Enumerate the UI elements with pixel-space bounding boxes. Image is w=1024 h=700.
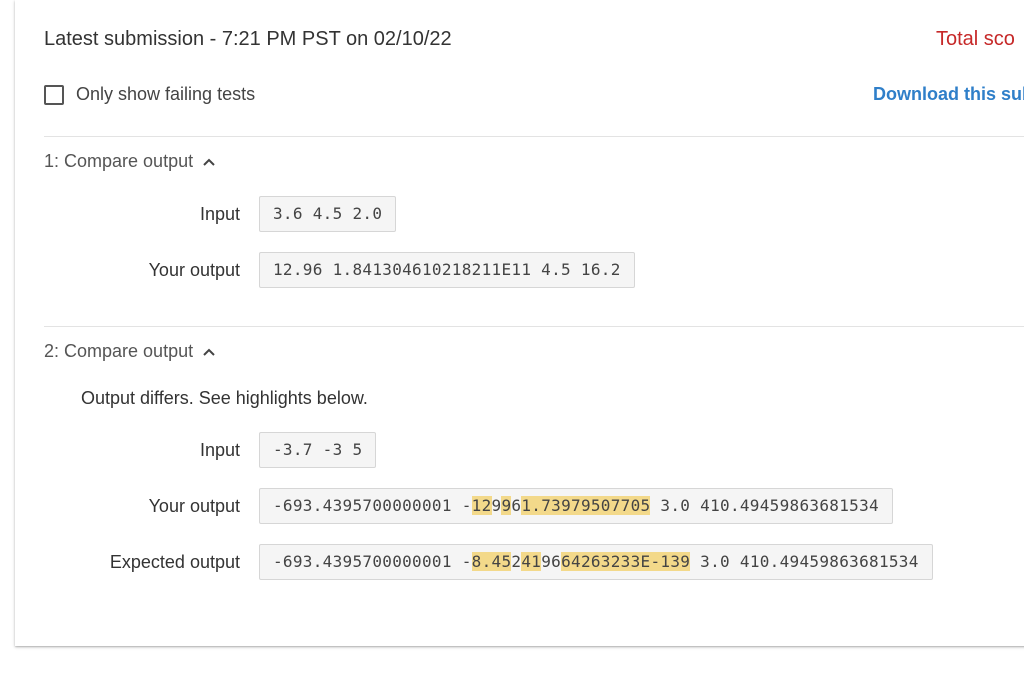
- output-text: 3.0 410.49459863681534: [690, 552, 919, 571]
- input-label: Input: [199, 204, 240, 224]
- test-1-title: 1: Compare output: [44, 151, 194, 171]
- chevron-up-icon: [203, 158, 215, 166]
- test-2-expected-output-value: -693.4395700000001 -8.452419664263233E-1…: [259, 544, 933, 580]
- divider: [44, 136, 1024, 137]
- failing-tests-label: Only show failing tests: [76, 84, 256, 104]
- your-output-label: Your output: [148, 496, 240, 516]
- expected-output-label: Expected output: [109, 552, 240, 572]
- input-label: Input: [199, 440, 240, 460]
- output-text: 3.0 410.49459863681534: [650, 496, 879, 515]
- failing-tests-checkbox[interactable]: [44, 84, 64, 105]
- diff-highlight: 9: [501, 496, 512, 515]
- diff-highlight: 12: [471, 496, 492, 515]
- divider: [44, 326, 1024, 327]
- test-1-toggle[interactable]: 1: Compare output: [44, 151, 216, 172]
- output-text: 96: [541, 552, 562, 571]
- diff-highlight: 41: [521, 552, 542, 571]
- diff-highlight: 8.45: [471, 552, 512, 571]
- test-2-your-output-value: -693.4395700000001 -129961.73979507705 3…: [259, 488, 893, 524]
- output-differs-message: Output differs. See highlights below.: [81, 388, 368, 408]
- output-text: -693.4395700000001 -: [273, 496, 472, 515]
- test-1-your-output-value: 12.96 1.841304610218211E11 4.5 16.2: [259, 252, 635, 288]
- failing-tests-filter[interactable]: Only show failing tests: [44, 84, 255, 105]
- output-text: 2: [511, 552, 522, 571]
- test-2-input-value: -3.7 -3 5: [259, 432, 377, 468]
- test-2-toggle[interactable]: 2: Compare output: [44, 341, 216, 362]
- submission-title: Latest submission - 7:21 PM PST on 02/10…: [44, 28, 452, 50]
- output-text: 9: [491, 496, 502, 515]
- diff-highlight: 1.73979507705: [521, 496, 651, 515]
- test-2-title: 2: Compare output: [44, 341, 194, 361]
- your-output-label: Your output: [148, 260, 240, 280]
- output-text: 6: [511, 496, 522, 515]
- test-1-input-value: 3.6 4.5 2.0: [259, 196, 397, 232]
- download-submission-link[interactable]: Download this sub: [873, 84, 1024, 105]
- chevron-up-icon: [203, 348, 215, 356]
- diff-highlight: 64263233E-139: [561, 552, 691, 571]
- output-text: -693.4395700000001 -: [273, 552, 472, 571]
- total-score: Total sco: [936, 28, 1015, 50]
